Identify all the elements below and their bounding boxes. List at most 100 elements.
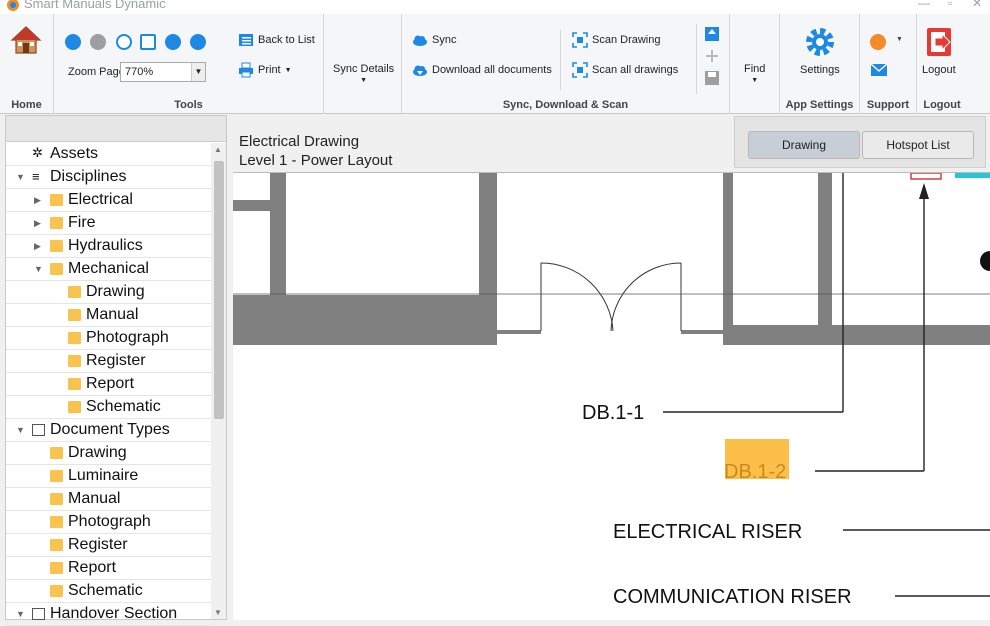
add-icon[interactable] (704, 48, 720, 64)
navigation-sidebar: ✲ Assets ▼ ≡ Disciplines ▶ Electrical ▶ Fire ▶ Hyd… (5, 115, 227, 626)
title-bar: Smart Manuals Dynamic — ▫ ✕ (0, 0, 990, 14)
tree-item[interactable]: Register (6, 534, 211, 557)
db12-label[interactable]: DB.1-2 (724, 461, 786, 483)
zoom-select[interactable]: 770% ▼ (120, 62, 206, 82)
db11-label[interactable]: DB.1-1 (582, 402, 644, 424)
tree-item[interactable]: ✲ Assets (6, 143, 211, 166)
close-window-button[interactable]: ✕ (972, 0, 982, 10)
tree-item[interactable]: Manual (6, 304, 211, 327)
hotspot-marker[interactable] (910, 173, 942, 180)
zoom-search-icon[interactable] (116, 34, 132, 50)
tree-item-label: Manual (68, 490, 121, 507)
tree-item[interactable]: ▼ Handover Section (6, 603, 211, 626)
app-settings-group-label: App Settings (785, 99, 854, 111)
drawing-canvas[interactable]: DB.1-1 DB.1-2 ELECTRICAL RISER COMMUNICA… (233, 172, 990, 620)
sync-button[interactable]: Sync (412, 32, 456, 48)
scroll-down-icon[interactable]: ▼ (214, 608, 222, 617)
scan-all-label: Scan all drawings (592, 64, 679, 76)
tree-item[interactable]: Schematic (6, 580, 211, 603)
print-button[interactable]: Print ▼ (238, 62, 292, 78)
app-title: Smart Manuals Dynamic (24, 0, 166, 11)
scan-all-drawings-button[interactable]: Scan all drawings (572, 62, 678, 78)
tree-item[interactable]: Luminaire (6, 465, 211, 488)
chevron-down-icon[interactable]: ▼ (896, 36, 903, 43)
folder-icon (68, 401, 81, 413)
folder-icon (50, 240, 63, 252)
tree-item[interactable]: ▼ Document Types (6, 419, 211, 442)
tree-item[interactable]: Schematic (6, 396, 211, 419)
chevron-right-icon[interactable]: ▶ (34, 235, 44, 257)
tree-item[interactable]: Photograph (6, 327, 211, 350)
folder-icon (68, 286, 81, 298)
tree-scrollbar[interactable]: ▲ ▼ (211, 143, 226, 619)
find-label: Find (744, 63, 766, 75)
support-group: ▼ Support (860, 14, 917, 114)
chevron-right-icon[interactable]: ▶ (34, 189, 44, 211)
scrollbar-thumb[interactable] (214, 161, 224, 419)
chevron-down-icon[interactable]: ▼ (16, 419, 26, 441)
tree-item-label: Manual (86, 306, 139, 323)
gear-icon (805, 28, 834, 56)
cloud-download-icon (413, 65, 427, 76)
tree-item[interactable]: Drawing (6, 281, 211, 304)
back-to-list-button[interactable]: Back to List (238, 32, 315, 48)
tree-item[interactable]: ▶ Electrical (6, 189, 211, 212)
folder-icon (50, 470, 63, 482)
minimize-button[interactable]: — (918, 0, 930, 10)
list-icon: ≡ (32, 169, 40, 184)
help-icon[interactable] (870, 34, 886, 50)
tree-item-label: Drawing (86, 283, 145, 300)
chevron-down-icon[interactable]: ▼ (16, 603, 26, 625)
wall-segment (818, 173, 832, 325)
tree-item-label: Drawing (68, 444, 127, 461)
tab-hotspot-list[interactable]: Hotspot List (862, 131, 974, 159)
tree-item[interactable]: ▶ Fire (6, 212, 211, 235)
home-icon[interactable] (10, 24, 42, 56)
floor-plan-drawing[interactable]: DB.1-1 DB.1-2 ELECTRICAL RISER COMMUNICA… (233, 173, 990, 620)
wall-segment (479, 173, 497, 325)
zoom-value: 770% (125, 66, 154, 78)
zoom-out-icon[interactable] (190, 34, 206, 50)
save-icon[interactable] (704, 70, 720, 86)
previous-page-icon[interactable] (65, 34, 81, 50)
chevron-down-icon[interactable]: ▼ (16, 166, 26, 188)
tree-item-label: Electrical (68, 191, 133, 208)
find-button[interactable]: Find ▼ (744, 63, 765, 84)
tab-drawing[interactable]: Drawing (748, 131, 860, 159)
download-all-button[interactable]: Download all documents (412, 62, 552, 78)
tree-item[interactable]: Manual (6, 488, 211, 511)
fit-page-icon[interactable] (140, 34, 156, 50)
folder-icon (50, 562, 63, 574)
tree-item[interactable]: ▼ Mechanical (6, 258, 211, 281)
arrow-head-icon (919, 183, 929, 199)
chevron-down-icon[interactable]: ▼ (34, 258, 44, 280)
folder-icon (50, 493, 63, 505)
view-tabs: Drawing Hotspot List (734, 116, 986, 168)
app-settings-group: Settings App Settings (780, 14, 860, 114)
next-page-icon[interactable] (90, 34, 106, 50)
scan-drawing-button[interactable]: Scan Drawing (572, 32, 660, 48)
scroll-up-icon[interactable]: ▲ (214, 145, 222, 154)
tree-item[interactable]: ▼ ≡ Disciplines (6, 166, 211, 189)
gear-icon: ✲ (32, 145, 43, 160)
chevron-down-icon[interactable]: ▼ (191, 63, 205, 81)
tree-item[interactable]: Photograph (6, 511, 211, 534)
email-icon[interactable] (870, 62, 888, 78)
tree-item[interactable]: Register (6, 350, 211, 373)
settings-button[interactable]: Settings (800, 26, 840, 76)
zoom-in-icon[interactable] (165, 34, 181, 50)
tree-item[interactable]: ▶ Hydraulics (6, 235, 211, 258)
upload-icon[interactable] (704, 26, 720, 42)
tree-item[interactable]: Drawing (6, 442, 211, 465)
maximize-button[interactable]: ▫ (948, 0, 952, 10)
tree-item-label: Assets (50, 145, 99, 162)
logout-button[interactable]: Logout (922, 26, 956, 76)
chevron-right-icon[interactable]: ▶ (34, 212, 44, 234)
hotspot-marker[interactable] (955, 173, 990, 178)
tree-item[interactable]: Report (6, 373, 211, 396)
sync-details-button[interactable]: Sync Details ▼ (333, 63, 394, 84)
scan-all-icon (572, 62, 588, 78)
tree-item[interactable]: Report (6, 557, 211, 580)
document-title-line1: Electrical Drawing (239, 133, 360, 150)
sync-download-scan-group: Sync Download all documents Scan Drawing… (402, 14, 730, 114)
